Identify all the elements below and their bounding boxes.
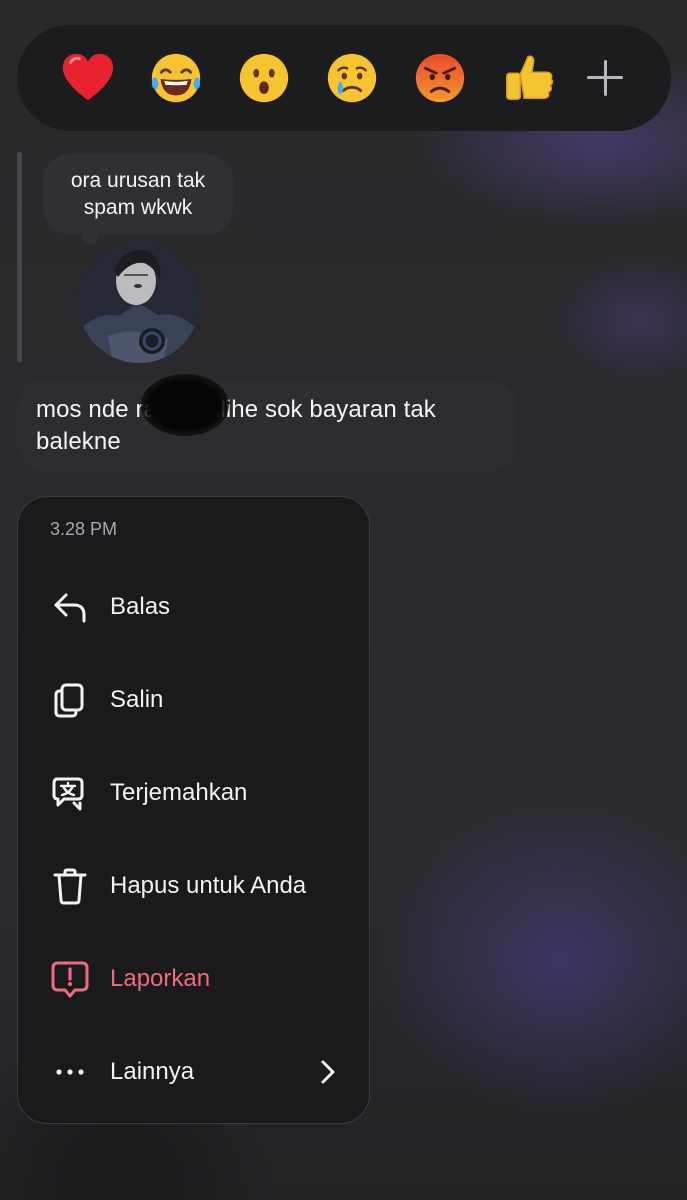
menu-item-label: Terjemahkan xyxy=(110,778,248,806)
menu-item-label: Balas xyxy=(110,592,171,620)
menu-item-label: Hapus untuk Anda xyxy=(110,871,307,899)
heart-reaction-icon[interactable] xyxy=(57,47,119,109)
reply-indicator-bar xyxy=(17,152,22,362)
more-icon xyxy=(50,1052,90,1092)
menu-item-delete-for-you[interactable]: Hapus untuk Anda xyxy=(18,839,369,932)
message-timestamp: 3.28 PM xyxy=(50,519,118,539)
note-bubble[interactable]: ora urusan tak spam wkwk xyxy=(43,154,233,244)
menu-item-copy[interactable]: Salin xyxy=(18,653,369,746)
note-text: ora urusan tak spam wkwk xyxy=(70,169,206,219)
menu-item-reply[interactable]: Balas xyxy=(18,560,369,653)
menu-item-translate[interactable]: Terjemahkan xyxy=(18,746,369,839)
thumbs-up-reaction-icon[interactable] xyxy=(497,47,559,109)
message-text: mos nde ra tak silihe sok bayaran tak ba… xyxy=(36,396,436,455)
laughing-with-tears-reaction-icon[interactable] xyxy=(145,47,207,109)
message-context-menu: 3.28 PM Balas Salin Terjemahkan Hapus un… xyxy=(17,496,370,1124)
menu-item-label: Laporkan xyxy=(110,964,211,992)
reply-icon xyxy=(50,587,90,627)
menu-item-label: Lainnya xyxy=(110,1057,195,1085)
copy-icon xyxy=(50,680,90,720)
translate-icon xyxy=(50,773,90,813)
message-bubble[interactable]: mos nde ra tak silihe sok bayaran tak ba… xyxy=(17,380,517,472)
report-icon xyxy=(50,959,90,999)
menu-item-label: Salin xyxy=(110,685,164,713)
chevron-right-icon xyxy=(317,1057,339,1087)
menu-item-more[interactable]: Lainnya xyxy=(18,1025,369,1118)
angry-reaction-icon[interactable] xyxy=(409,47,471,109)
surprised-reaction-icon[interactable] xyxy=(233,47,295,109)
avatar[interactable] xyxy=(78,241,200,363)
menu-item-report[interactable]: Laporkan xyxy=(18,932,369,1025)
crying-reaction-icon[interactable] xyxy=(321,47,383,109)
plus-icon[interactable] xyxy=(585,58,625,98)
reaction-bar xyxy=(17,25,671,131)
redaction-scribble xyxy=(141,374,229,436)
trash-icon xyxy=(50,866,90,906)
